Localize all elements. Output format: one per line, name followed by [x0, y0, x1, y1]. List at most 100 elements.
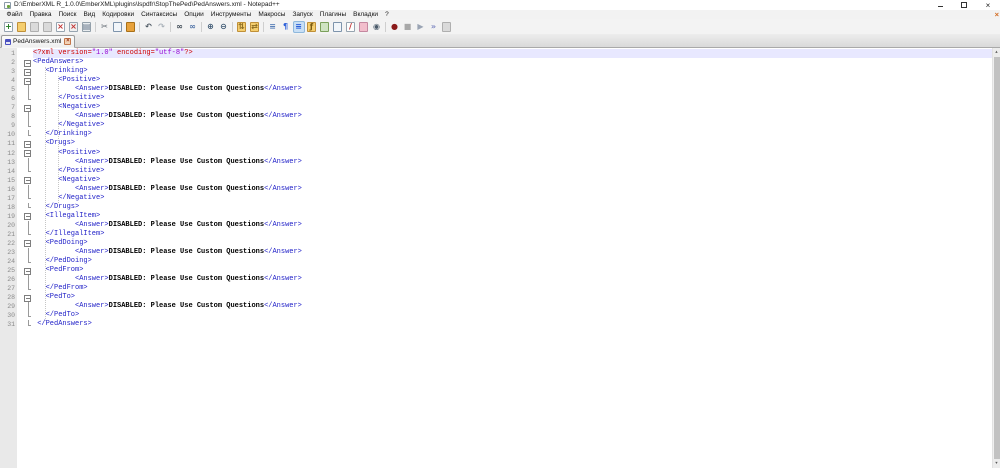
code-line-5[interactable]: 5 <Answer>DISABLED: Please Use Custom Qu…	[0, 85, 992, 95]
editor[interactable]: 1 <?xml version="1.0" encoding="utf-8"?> 2…	[0, 48, 1000, 468]
menu-close-icon[interactable]: ×	[995, 10, 999, 19]
scroll-up-icon[interactable]: ▲	[993, 48, 1000, 57]
macro-record-icon[interactable]: ●	[389, 21, 401, 33]
code-line-14[interactable]: 14 </Positive>	[0, 166, 992, 176]
menu-view[interactable]: Вид	[80, 10, 99, 19]
menu-macro[interactable]: Макросы	[255, 10, 289, 19]
close-all-icon[interactable]: ×	[68, 21, 80, 33]
fold-collapse-icon[interactable]	[15, 212, 33, 221]
code-line-22[interactable]: 22 <PedDoing>	[0, 239, 992, 248]
code-line-6[interactable]: 6 </Positive>	[0, 94, 992, 103]
menu-encoding[interactable]: Кодировки	[99, 10, 138, 19]
fold-collapse-icon[interactable]	[15, 67, 33, 76]
fold-collapse-icon[interactable]	[15, 76, 33, 85]
code-line-27[interactable]: 27 </PedFrom>	[0, 284, 992, 293]
document-map-icon[interactable]	[319, 21, 331, 33]
code-text: </Negative>	[33, 121, 105, 130]
sync-vertical-scroll-icon[interactable]: ⇅	[236, 21, 248, 33]
fold-collapse-icon[interactable]	[15, 58, 33, 67]
cut-icon[interactable]: ✂	[99, 21, 111, 33]
new-file-icon[interactable]: +	[3, 21, 15, 33]
menu-file[interactable]: Файл	[3, 10, 26, 19]
save-file-icon[interactable]	[29, 21, 41, 33]
minimize-button[interactable]	[928, 0, 952, 10]
close-file-icon[interactable]: ×	[55, 21, 67, 33]
code-line-18[interactable]: 18 </Drugs>	[0, 202, 992, 212]
zoom-in-icon[interactable]: ⊕	[205, 21, 217, 33]
close-button[interactable]: ×	[976, 0, 1000, 10]
code-line-23[interactable]: 23 <Answer>DISABLED: Please Use Custom Q…	[0, 248, 992, 258]
code-line-19[interactable]: 19 <IllegalItem>	[0, 212, 992, 221]
code-line-11[interactable]: 11 <Drugs>	[0, 139, 992, 148]
code-line-21[interactable]: 21 </IllegalItem>	[0, 229, 992, 239]
code-line-28[interactable]: 28 <PedTo>	[0, 293, 992, 302]
fold-collapse-icon[interactable]	[15, 239, 33, 248]
scroll-down-icon[interactable]: ▼	[993, 459, 1000, 468]
code-line-3[interactable]: 3 <Drinking>	[0, 67, 992, 76]
vertical-scrollbar[interactable]: ▲ ▼	[992, 48, 1000, 468]
code-line-29[interactable]: 29 <Answer>DISABLED: Please Use Custom Q…	[0, 302, 992, 312]
save-all-icon[interactable]	[42, 21, 54, 33]
macro-run-multiple-icon[interactable]: »	[428, 21, 440, 33]
code-line-12[interactable]: 12 <Positive>	[0, 149, 992, 158]
code-line-2[interactable]: 2 <PedAnswers>	[0, 58, 992, 67]
menu-plugins[interactable]: Плагины	[316, 10, 349, 19]
monitoring-icon[interactable]: ◉	[371, 21, 383, 33]
code-line-8[interactable]: 8 <Answer>DISABLED: Please Use Custom Qu…	[0, 112, 992, 122]
code-line-4[interactable]: 4 <Positive>	[0, 76, 992, 85]
show-all-characters-icon[interactable]: ¶	[280, 21, 292, 33]
macro-play-icon[interactable]: ▶	[415, 21, 427, 33]
menu-tabs[interactable]: Вкладки	[350, 10, 382, 19]
print-icon[interactable]: ▤	[81, 21, 93, 33]
fold-collapse-icon[interactable]	[15, 103, 33, 112]
word-wrap-icon[interactable]: ≡	[267, 21, 279, 33]
document-list-icon[interactable]	[332, 21, 344, 33]
code-line-24[interactable]: 24 </PedDoing>	[0, 257, 992, 266]
code-line-1[interactable]: 1 <?xml version="1.0" encoding="utf-8"?>	[0, 49, 992, 59]
menu-help[interactable]: ?	[382, 10, 393, 19]
tab-pedanswers[interactable]: PedAnswers.xml ×	[1, 35, 76, 48]
menu-settings[interactable]: Опции	[181, 10, 208, 19]
menu-edit[interactable]: Правка	[26, 10, 55, 19]
tab-close-icon[interactable]: ×	[64, 38, 72, 45]
code-line-26[interactable]: 26 <Answer>DISABLED: Please Use Custom Q…	[0, 275, 992, 285]
redo-icon[interactable]: ↷	[156, 21, 168, 33]
code-line-17[interactable]: 17 </Negative>	[0, 193, 992, 203]
function-list-icon[interactable]: ƒ	[306, 21, 318, 33]
code-line-7[interactable]: 7 <Negative>	[0, 103, 992, 112]
code-line-16[interactable]: 16 <Answer>DISABLED: Please Use Custom Q…	[0, 184, 992, 194]
macro-save-icon[interactable]	[441, 21, 453, 33]
fold-collapse-icon[interactable]	[15, 266, 33, 275]
code-line-30[interactable]: 30 </PedTo>	[0, 311, 992, 320]
restore-button[interactable]	[952, 0, 976, 10]
undo-icon[interactable]: ↶	[143, 21, 155, 33]
folder-as-workspace-icon[interactable]: /	[345, 21, 357, 33]
code-line-9[interactable]: 9 </Negative>	[0, 121, 992, 130]
code-line-20[interactable]: 20 <Answer>DISABLED: Please Use Custom Q…	[0, 220, 992, 230]
copy-icon[interactable]	[112, 21, 124, 33]
show-indent-guide-icon[interactable]: ≡	[292, 20, 305, 33]
find-icon[interactable]: ∞	[174, 21, 186, 33]
macro-stop-icon[interactable]: ■	[402, 21, 414, 33]
menu-run[interactable]: Запуск	[289, 10, 316, 19]
replace-icon[interactable]: ∞	[187, 21, 199, 33]
fold-collapse-icon[interactable]	[15, 139, 33, 148]
scrollbar-thumb[interactable]	[993, 57, 1000, 459]
zoom-out-icon[interactable]: ⊖	[218, 21, 230, 33]
sync-horizontal-scroll-icon[interactable]: ⇄	[249, 21, 261, 33]
plugin-tool-icon[interactable]	[358, 21, 370, 33]
menu-search[interactable]: Поиск	[55, 10, 80, 19]
code-line-13[interactable]: 13 <Answer>DISABLED: Please Use Custom Q…	[0, 157, 992, 167]
monitoring-icon-glyph: ◉	[373, 21, 380, 31]
code-line-25[interactable]: 25 <PedFrom>	[0, 266, 992, 275]
code-line-10[interactable]: 10 </Drinking>	[0, 130, 992, 139]
open-file-icon[interactable]	[16, 21, 28, 33]
fold-collapse-icon[interactable]	[15, 293, 33, 302]
code-line-31[interactable]: 31 </PedAnswers>	[0, 320, 992, 329]
menu-language[interactable]: Синтаксисы	[138, 10, 181, 19]
fold-collapse-icon[interactable]	[15, 176, 33, 185]
code-line-15[interactable]: 15 <Negative>	[0, 176, 992, 185]
menu-tools[interactable]: Инструменты	[207, 10, 255, 19]
paste-icon[interactable]	[125, 21, 137, 33]
fold-collapse-icon[interactable]	[15, 149, 33, 158]
